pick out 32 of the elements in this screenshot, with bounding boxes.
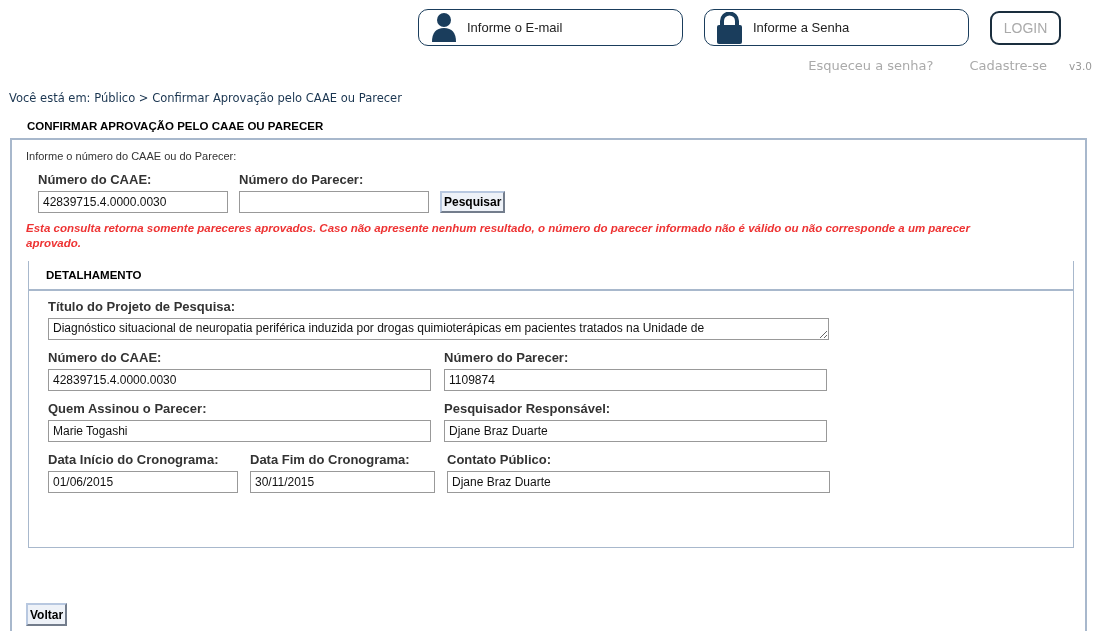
text-area[interactable]: Diagnóstico situacional de neuropatia periférica induzida por drogas quimioterápicas em pacientes tratados na Unidade de: [48, 318, 829, 340]
input-field[interactable]: 42839715.4.0000.0030: [38, 191, 228, 213]
input-field[interactable]: [239, 191, 429, 213]
field-label: Pesquisador Responsável:: [444, 401, 612, 416]
input-field[interactable]: 1109874: [444, 369, 827, 391]
field-label: Número do Parecer:: [239, 172, 365, 187]
input-field[interactable]: 01/06/2015: [48, 471, 238, 493]
search-button[interactable]: Pesquisar: [440, 191, 506, 213]
input-field[interactable]: 30/11/2015: [250, 471, 435, 493]
field-label: Contato Público:: [447, 452, 552, 467]
version-label: v3.0: [1069, 60, 1092, 72]
password-field[interactable]: Informe a Senha: [704, 9, 969, 46]
warning-text: Esta consulta retorna somente pareceres aprovados. Caso não apresente nenhum resultado, o número do parecer informado não é válido ou não corresponde a um parecer aprovado.: [26, 221, 972, 251]
breadcrumb: Você está em: Público > Confirmar Aprovação pelo CAAE ou Parecer: [8, 90, 403, 105]
field-label: Quem Assinou o Parecer:: [48, 401, 208, 416]
person-icon: [431, 12, 457, 42]
email-field[interactable]: Informe o E-mail: [418, 9, 683, 46]
field-label: Data Fim do Cronograma:: [250, 452, 411, 467]
field-label: Número do CAAE:: [38, 172, 153, 187]
instruction-text: Informe o número do CAAE ou do Parecer:: [26, 150, 238, 162]
input-field[interactable]: 42839715.4.0000.0030: [48, 369, 431, 391]
lock-icon: [717, 12, 742, 44]
field-label: Data Início do Cronograma:: [48, 452, 220, 467]
back-button[interactable]: Voltar: [26, 603, 68, 626]
fieldset-title: DETALHAMENTO: [29, 261, 1073, 291]
field-label: Número do CAAE:: [48, 350, 163, 365]
input-field[interactable]: Djane Braz Duarte: [447, 471, 830, 493]
input-field[interactable]: Marie Togashi: [48, 420, 431, 442]
section-title: CONFIRMAR APROVAÇÃO PELO CAAE OU PARECER: [26, 119, 325, 134]
field-label: Número do Parecer:: [444, 350, 570, 365]
input-field[interactable]: Djane Braz Duarte: [444, 420, 827, 442]
field-label: Título do Projeto de Pesquisa:: [48, 299, 237, 314]
